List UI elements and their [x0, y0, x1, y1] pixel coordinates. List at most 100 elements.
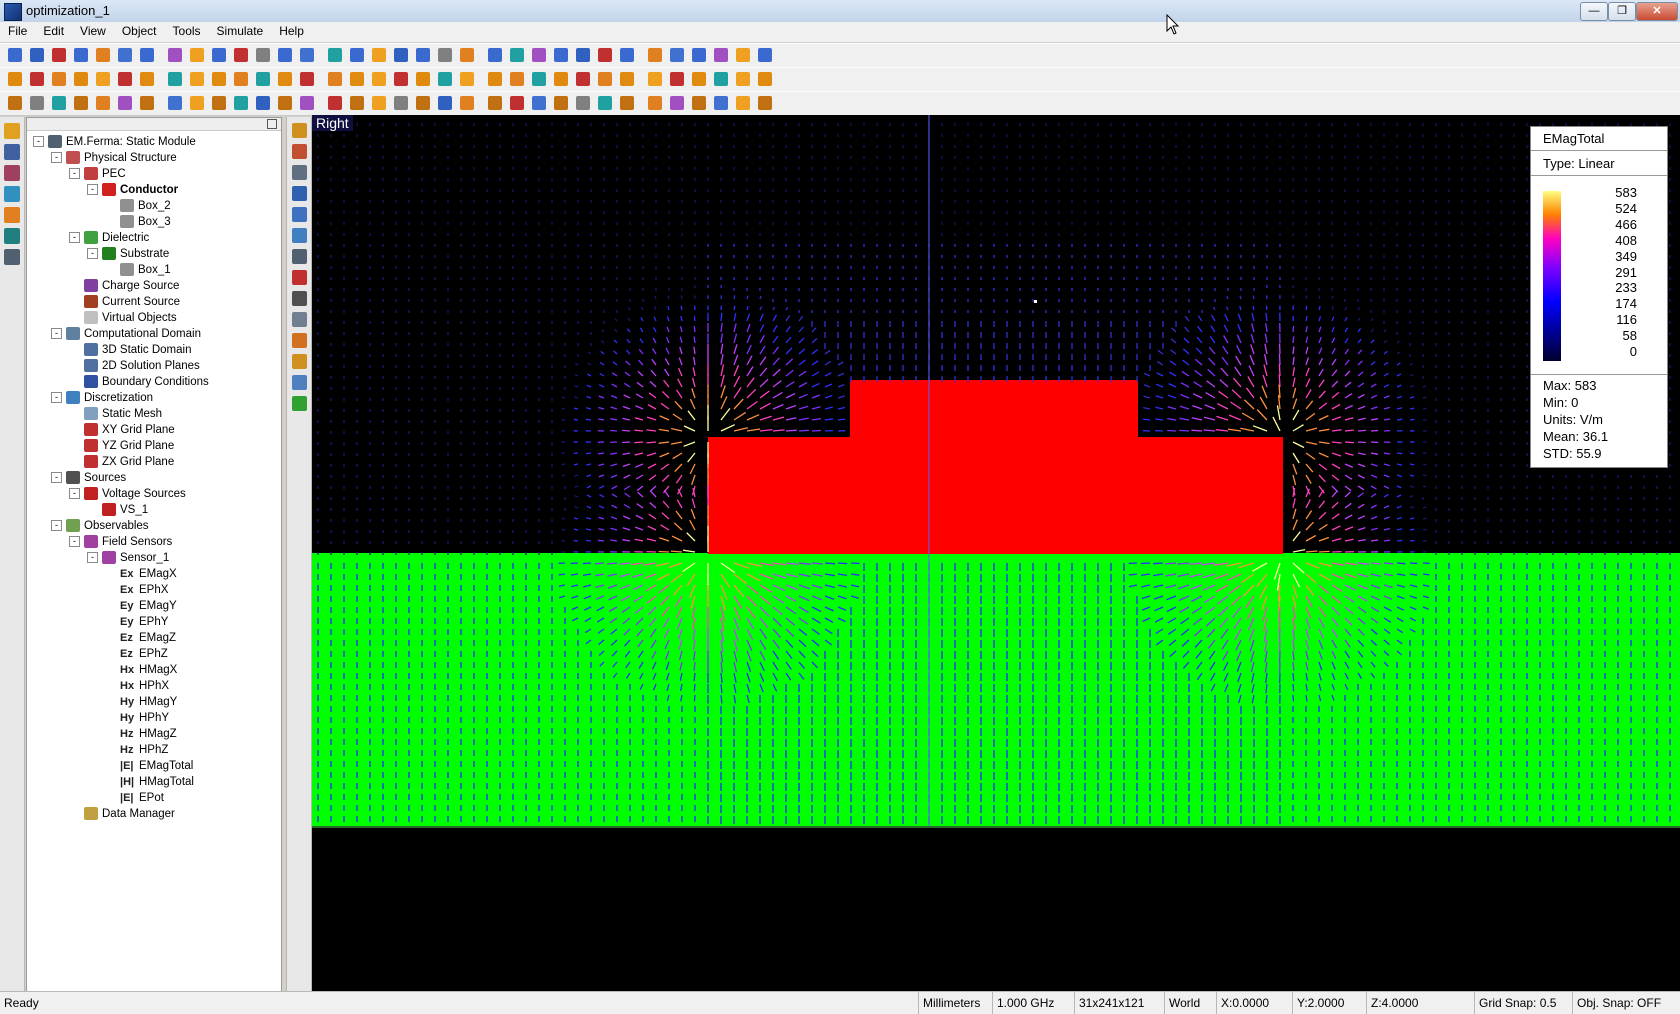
toolbar-button-icon[interactable]: [532, 96, 546, 110]
toolbar-button-icon[interactable]: [394, 72, 408, 86]
toolbar-button-icon[interactable]: [670, 72, 684, 86]
view-tool-icon[interactable]: [292, 270, 307, 285]
tree-item[interactable]: HzHPhZ: [105, 742, 168, 758]
restore-button[interactable]: ❐: [1608, 2, 1636, 21]
module-tab-icon[interactable]: [4, 249, 20, 265]
toolbar-button-icon[interactable]: [438, 72, 452, 86]
tree-item[interactable]: XY Grid Plane: [69, 422, 175, 438]
toolbar-button-icon[interactable]: [8, 72, 22, 86]
toolbar-button-icon[interactable]: [168, 72, 182, 86]
toolbar-button-icon[interactable]: [532, 72, 546, 86]
toolbar-button-icon[interactable]: [140, 96, 154, 110]
toolbar-button-icon[interactable]: [278, 72, 292, 86]
menu-help[interactable]: Help: [271, 22, 312, 38]
module-tab-icon[interactable]: [4, 165, 20, 181]
toolbar-button-icon[interactable]: [598, 96, 612, 110]
toolbar-button-icon[interactable]: [736, 72, 750, 86]
toolbar-button-icon[interactable]: [416, 96, 430, 110]
module-tab-icon[interactable]: [4, 123, 20, 139]
toolbar-button-icon[interactable]: [576, 96, 590, 110]
toolbar-button-icon[interactable]: [394, 48, 408, 62]
toolbar-button-icon[interactable]: [212, 96, 226, 110]
toolbar-button-icon[interactable]: [212, 48, 226, 62]
toolbar-button-icon[interactable]: [256, 48, 270, 62]
toolbar-button-icon[interactable]: [736, 48, 750, 62]
toolbar-button-icon[interactable]: [488, 48, 502, 62]
collapse-toggle-icon[interactable]: -: [33, 136, 44, 147]
toolbar-button-icon[interactable]: [554, 96, 568, 110]
tree-item[interactable]: HyHMagY: [105, 694, 177, 710]
toolbar-button-icon[interactable]: [620, 48, 634, 62]
tree-item[interactable]: -Voltage Sources: [69, 486, 186, 502]
pin-icon[interactable]: [267, 119, 277, 129]
tree-item[interactable]: Box_1: [105, 262, 171, 278]
toolbar-button-icon[interactable]: [52, 48, 66, 62]
toolbar-button-icon[interactable]: [256, 72, 270, 86]
tree-item[interactable]: -Computational Domain: [51, 326, 201, 342]
module-tab-icon[interactable]: [4, 228, 20, 244]
menu-object[interactable]: Object: [114, 22, 165, 38]
toolbar-button-icon[interactable]: [372, 96, 386, 110]
tree-item[interactable]: Current Source: [69, 294, 180, 310]
view-tool-icon[interactable]: [292, 375, 307, 390]
view-tool-icon[interactable]: [292, 354, 307, 369]
tree-item[interactable]: Box_2: [105, 198, 171, 214]
toolbar-button-icon[interactable]: [488, 96, 502, 110]
tree-item[interactable]: 3D Static Domain: [69, 342, 191, 358]
toolbar-button-icon[interactable]: [234, 72, 248, 86]
toolbar-button-icon[interactable]: [620, 72, 634, 86]
toolbar-button-icon[interactable]: [168, 96, 182, 110]
view-tool-icon[interactable]: [292, 186, 307, 201]
toolbar-button-icon[interactable]: [300, 96, 314, 110]
collapse-toggle-icon[interactable]: -: [51, 472, 62, 483]
toolbar-button-icon[interactable]: [648, 48, 662, 62]
menu-simulate[interactable]: Simulate: [209, 22, 272, 38]
tree-item[interactable]: -EM.Ferma: Static Module: [33, 134, 196, 150]
toolbar-button-icon[interactable]: [52, 96, 66, 110]
toolbar-button-icon[interactable]: [350, 48, 364, 62]
toolbar-button-icon[interactable]: [576, 48, 590, 62]
tree-item[interactable]: HzHMagZ: [105, 726, 177, 742]
toolbar-button-icon[interactable]: [8, 48, 22, 62]
module-tab-icon[interactable]: [4, 186, 20, 202]
collapse-toggle-icon[interactable]: -: [51, 152, 62, 163]
toolbar-button-icon[interactable]: [212, 72, 226, 86]
toolbar-button-icon[interactable]: [714, 72, 728, 86]
toolbar-button-icon[interactable]: [460, 48, 474, 62]
toolbar-button-icon[interactable]: [118, 72, 132, 86]
toolbar-button-icon[interactable]: [598, 48, 612, 62]
toolbar-button-icon[interactable]: [300, 72, 314, 86]
tree-item[interactable]: -Dielectric: [69, 230, 149, 246]
tree-item[interactable]: -PEC: [69, 166, 126, 182]
toolbar-button-icon[interactable]: [758, 48, 772, 62]
toolbar-button-icon[interactable]: [328, 72, 342, 86]
toolbar-button-icon[interactable]: [350, 96, 364, 110]
toolbar-button-icon[interactable]: [554, 48, 568, 62]
toolbar-button-icon[interactable]: [736, 96, 750, 110]
tree-item[interactable]: Box_3: [105, 214, 171, 230]
toolbar-button-icon[interactable]: [532, 48, 546, 62]
toolbar-button-icon[interactable]: [96, 96, 110, 110]
tree-item[interactable]: EyEMagY: [105, 598, 177, 614]
toolbar-button-icon[interactable]: [648, 96, 662, 110]
menu-view[interactable]: View: [72, 22, 114, 38]
tree-item[interactable]: ExEPhX: [105, 582, 168, 598]
toolbar-button-icon[interactable]: [510, 72, 524, 86]
view-tool-icon[interactable]: [292, 207, 307, 222]
toolbar-button-icon[interactable]: [692, 96, 706, 110]
view-tool-icon[interactable]: [292, 249, 307, 264]
tree-item[interactable]: ZX Grid Plane: [69, 454, 174, 470]
toolbar-button-icon[interactable]: [96, 48, 110, 62]
tree-item[interactable]: Boundary Conditions: [69, 374, 209, 390]
tree-item[interactable]: EzEMagZ: [105, 630, 176, 646]
tree-item[interactable]: -Field Sensors: [69, 534, 172, 550]
toolbar-button-icon[interactable]: [758, 72, 772, 86]
tree-item[interactable]: |E|EMagTotal: [105, 758, 193, 774]
toolbar-button-icon[interactable]: [488, 72, 502, 86]
toolbar-button-icon[interactable]: [598, 72, 612, 86]
toolbar-button-icon[interactable]: [52, 72, 66, 86]
toolbar-button-icon[interactable]: [510, 48, 524, 62]
toolbar-button-icon[interactable]: [30, 72, 44, 86]
toolbar-button-icon[interactable]: [576, 72, 590, 86]
tree-item[interactable]: Data Manager: [69, 806, 175, 822]
